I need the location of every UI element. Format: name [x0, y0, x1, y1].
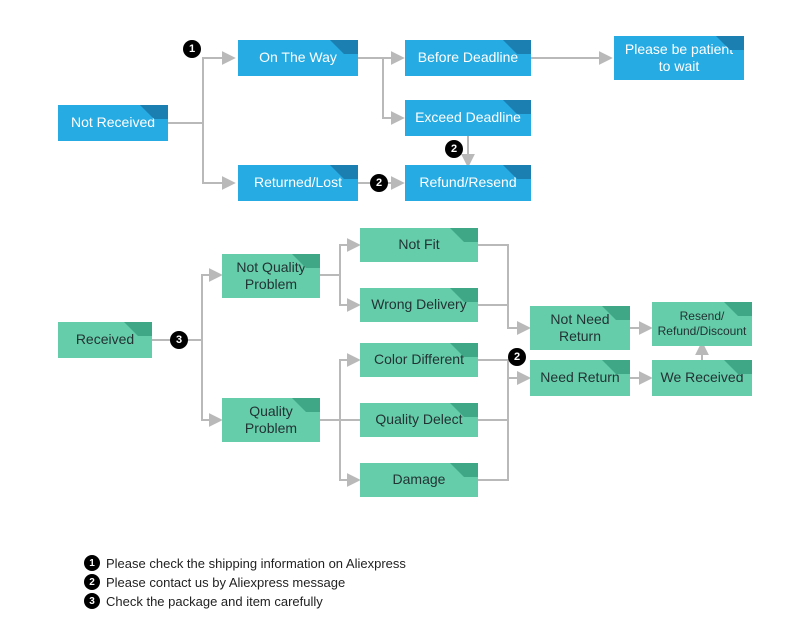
node-exceed-deadline: Exceed Deadline: [405, 100, 531, 136]
node-before-deadline: Before Deadline: [405, 40, 531, 76]
node-returned-lost: Returned/Lost: [238, 165, 358, 201]
badge-1-icon: 1: [183, 40, 201, 58]
node-received: Received: [58, 322, 152, 358]
legend-num-3-icon: 3: [84, 593, 100, 609]
node-not-need-return: Not Need Return: [530, 306, 630, 350]
node-not-quality-problem: Not Quality Problem: [222, 254, 320, 298]
node-wrong-delivery: Wrong Delivery: [360, 288, 478, 322]
legend-row: 2Please contact us by Aliexpress message: [84, 574, 406, 590]
node-color-different: Color Different: [360, 343, 478, 377]
node-not-fit: Not Fit: [360, 228, 478, 262]
node-on-the-way: On The Way: [238, 40, 358, 76]
node-quality-defect: Quality Delect: [360, 403, 478, 437]
node-need-return: Need Return: [530, 360, 630, 396]
node-please-wait: Please be patient to wait: [614, 36, 744, 80]
legend-num-1-icon: 1: [84, 555, 100, 571]
legend-num-2-icon: 2: [84, 574, 100, 590]
legend-row: 1Please check the shipping information o…: [84, 555, 406, 571]
badge-2c-icon: 2: [508, 348, 526, 366]
flowchart: { "colors":{"blue":"#26abe3","green":"#6…: [0, 0, 800, 640]
node-quality-problem: Quality Problem: [222, 398, 320, 442]
legend-row: 3Check the package and item carefully: [84, 593, 406, 609]
node-we-received: We Received: [652, 360, 752, 396]
legend: 1Please check the shipping information o…: [84, 552, 406, 612]
node-not-received: Not Received: [58, 105, 168, 141]
node-damage: Damage: [360, 463, 478, 497]
node-refund-resend: Refund/Resend: [405, 165, 531, 201]
node-resend-refund-discount: Resend/ Refund/Discount: [652, 302, 752, 346]
badge-2b-icon: 2: [445, 140, 463, 158]
badge-3-icon: 3: [170, 331, 188, 349]
badge-2-icon: 2: [370, 174, 388, 192]
